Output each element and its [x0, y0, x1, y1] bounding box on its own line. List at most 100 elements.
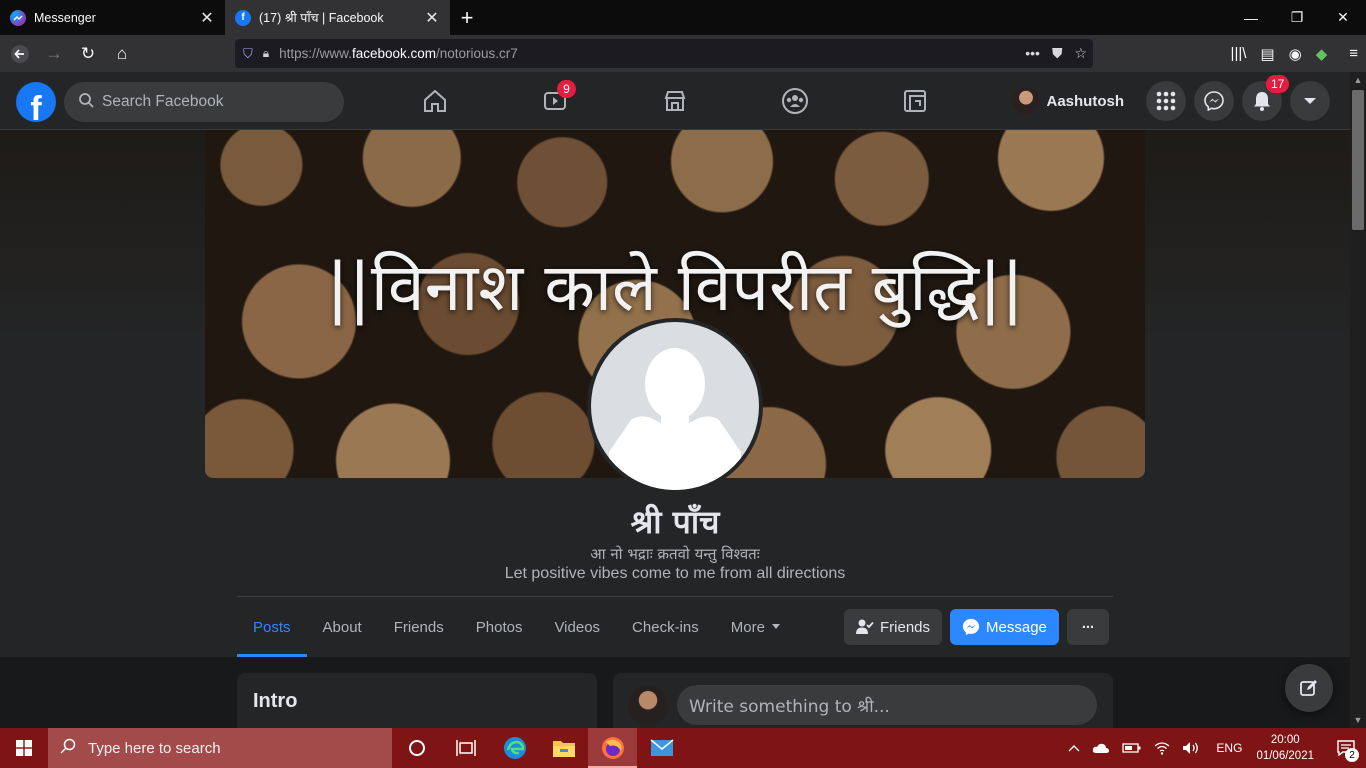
composer-input[interactable]: Write something to श्री...: [677, 685, 1097, 725]
header-right: Aashutosh 17: [1008, 72, 1330, 130]
search-input[interactable]: Search Facebook: [64, 82, 344, 122]
tab-check-ins[interactable]: Check-ins: [616, 597, 715, 657]
home-icon[interactable]: ⌂: [106, 39, 138, 69]
edge-icon[interactable]: [490, 728, 539, 768]
nav-watch[interactable]: 9: [495, 72, 615, 130]
taskbar-search[interactable]: Type here to search: [48, 728, 392, 768]
tab-facebook[interactable]: f (17) श्री पाँच | Facebook ✕: [225, 0, 450, 35]
notifications-button[interactable]: 17: [1242, 75, 1290, 121]
file-explorer-icon[interactable]: [539, 728, 588, 768]
facebook-header: f Search Facebook 9 Aashutosh 17: [0, 72, 1350, 130]
cortana-icon[interactable]: [392, 728, 441, 768]
home-icon: [424, 89, 446, 112]
minimize-icon[interactable]: ―: [1228, 0, 1274, 35]
volume-icon[interactable]: [1182, 741, 1200, 755]
facebook-icon: f: [235, 9, 251, 26]
message-button-label: Message: [986, 618, 1047, 636]
close-icon[interactable]: ✕: [199, 10, 215, 27]
action-center-button[interactable]: 2: [1326, 728, 1366, 768]
battery-icon[interactable]: [1122, 742, 1142, 754]
tab-about[interactable]: About: [307, 597, 378, 657]
scroll-up-icon[interactable]: ▲: [1350, 72, 1366, 88]
forward-icon[interactable]: →: [38, 39, 70, 69]
account-icon[interactable]: ◉: [1289, 45, 1302, 63]
profile-picture[interactable]: [587, 318, 763, 494]
task-view-icon[interactable]: [441, 728, 490, 768]
avatar[interactable]: [628, 685, 668, 725]
page-actions-icon[interactable]: •••: [1025, 45, 1040, 62]
tab-label: (17) श्री पाँच | Facebook: [259, 11, 384, 25]
taskbar-search-placeholder: Type here to search: [88, 739, 221, 757]
new-tab-button[interactable]: +: [450, 0, 484, 35]
tab-videos[interactable]: Videos: [538, 597, 616, 657]
menu-grid-button[interactable]: [1146, 81, 1186, 121]
shield-icon[interactable]: ⛉: [243, 46, 253, 62]
scroll-down-icon[interactable]: ▼: [1350, 712, 1366, 728]
windows-logo-icon: [16, 740, 32, 756]
messenger-button[interactable]: [1194, 81, 1234, 121]
scrollbar-thumb[interactable]: [1352, 90, 1364, 230]
profile-tabs: Posts About Friends Photos Videos Check-…: [237, 597, 797, 657]
account-menu-button[interactable]: [1290, 81, 1330, 121]
reload-icon[interactable]: ↻: [72, 39, 104, 69]
nav-gaming[interactable]: [855, 72, 975, 130]
cover-photo-text: ||विनाश काले विपरीत बुद्धि||: [326, 249, 1024, 326]
nav-groups[interactable]: [735, 72, 855, 130]
menu-icon[interactable]: ≡: [1349, 45, 1358, 62]
browser-toolbar: → ↻ ⌂ ⛉ 🔒︎ https://www. facebook.com/noto…: [0, 35, 1366, 72]
onedrive-cloud-icon[interactable]: [1092, 742, 1110, 754]
composer-placeholder: Write something to श्री...: [689, 696, 890, 717]
profile-name: श्री पाँच: [630, 503, 720, 541]
nav-home[interactable]: [375, 72, 495, 130]
lock-icon[interactable]: 🔒︎: [263, 46, 269, 61]
bookmark-star-icon[interactable]: ☆: [1074, 45, 1087, 62]
tab-more[interactable]: More: [715, 597, 797, 657]
url-bar[interactable]: ⛉ 🔒︎ https://www. facebook.com/notorious.…: [235, 39, 1093, 68]
message-button[interactable]: Message: [950, 609, 1059, 645]
wifi-icon[interactable]: [1154, 741, 1170, 755]
chevron-up-icon[interactable]: [1068, 744, 1080, 752]
groups-icon: [782, 88, 808, 114]
tab-label: Messenger: [34, 10, 96, 25]
back-icon[interactable]: [4, 39, 36, 69]
marketplace-icon: [664, 91, 686, 111]
bio-line-1: आ नो भद्राः क्रतवो यन्तु विश्वतः: [590, 545, 760, 563]
sidebar-icon[interactable]: ▤: [1260, 45, 1274, 63]
intro-card: Intro: [237, 673, 597, 733]
compose-icon: [1300, 680, 1317, 696]
profile-shortcut[interactable]: Aashutosh: [1008, 83, 1134, 119]
clock[interactable]: 20:00 01/06/2021: [1256, 732, 1314, 764]
tab-posts[interactable]: Posts: [237, 597, 307, 657]
restore-icon[interactable]: ❐: [1274, 0, 1320, 35]
bio-line-2: Let positive vibes come to me from all d…: [504, 565, 846, 582]
more-options-button[interactable]: ···: [1066, 609, 1109, 645]
start-button[interactable]: [0, 728, 48, 768]
messenger-icon: [962, 618, 980, 636]
profile-actions: Friends Message ···: [844, 609, 1109, 645]
language-indicator[interactable]: ENG: [1216, 741, 1242, 755]
page-scrollbar[interactable]: ▲ ▼: [1350, 72, 1366, 728]
extension-icon[interactable]: ◆: [1316, 45, 1328, 63]
tab-photos[interactable]: Photos: [460, 597, 539, 657]
mail-icon[interactable]: [637, 728, 686, 768]
post-composer: Write something to श्री...: [613, 673, 1113, 733]
close-icon[interactable]: ✕: [424, 10, 440, 27]
search-icon: [78, 92, 94, 113]
firefox-icon[interactable]: [588, 728, 637, 768]
browser-tab-strip: Messenger ✕ f (17) श्री पाँच | Facebook …: [0, 0, 1366, 35]
url-host: facebook.com: [351, 46, 436, 61]
watch-badge: 9: [557, 80, 576, 98]
messenger-icon: [1204, 91, 1224, 111]
more-options-label: ···: [1081, 618, 1095, 636]
tab-messenger[interactable]: Messenger ✕: [0, 0, 225, 35]
window-close-icon[interactable]: ✕: [1320, 0, 1366, 35]
library-icon[interactable]: |||\: [1231, 45, 1247, 62]
friends-button[interactable]: Friends: [844, 609, 943, 645]
tab-friends[interactable]: Friends: [378, 597, 460, 657]
default-avatar-icon: [591, 322, 759, 490]
nav-marketplace[interactable]: [615, 72, 735, 130]
new-message-button[interactable]: [1285, 664, 1333, 712]
caret-down-icon: [1304, 98, 1316, 104]
facebook-logo-icon[interactable]: f: [16, 82, 56, 122]
pocket-icon[interactable]: ⛊: [1052, 45, 1063, 62]
